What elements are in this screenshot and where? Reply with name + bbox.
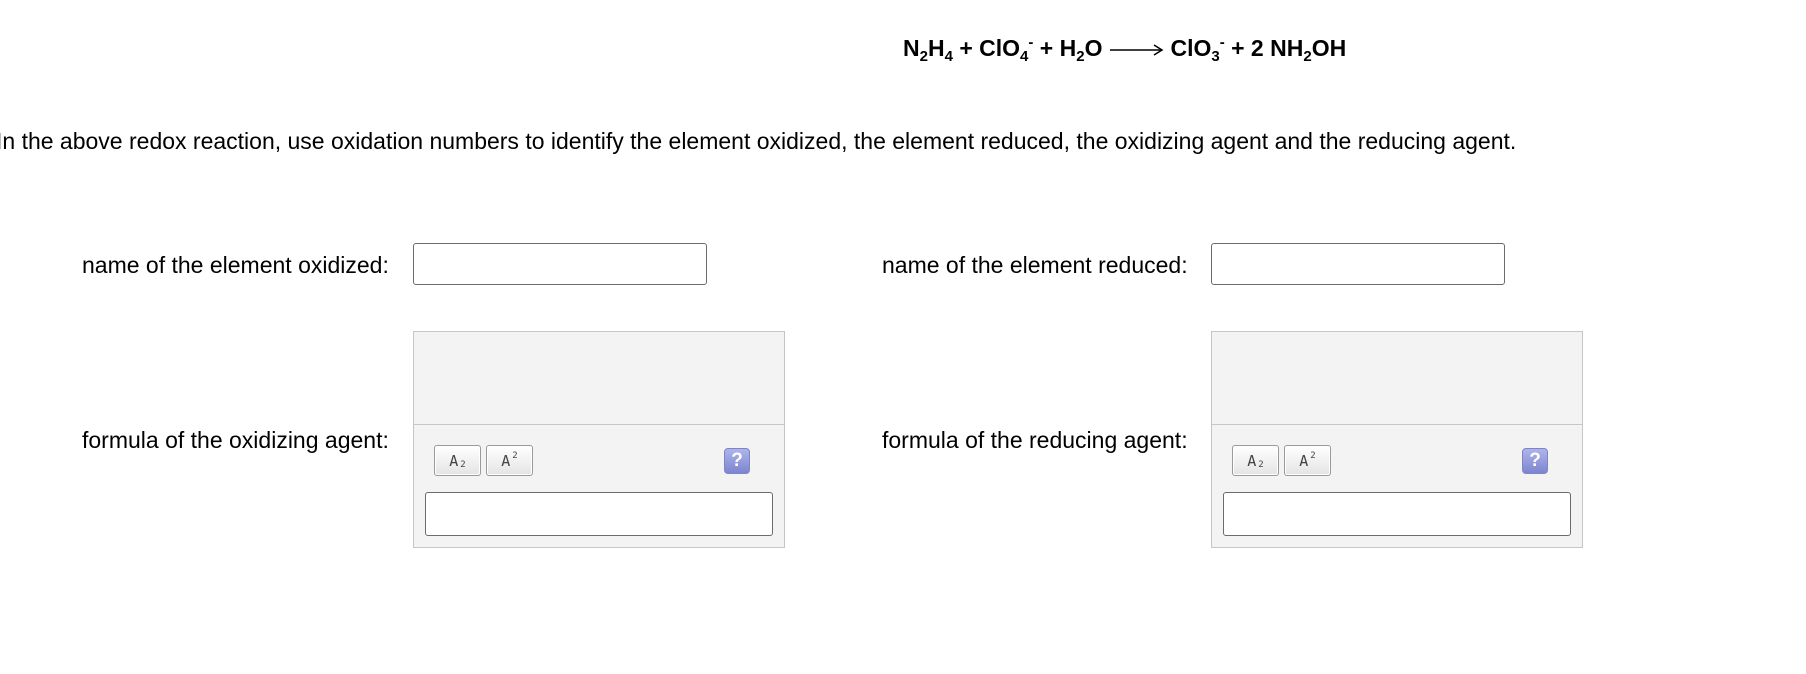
help-button[interactable]: ? <box>1522 448 1548 474</box>
plus-sign: + <box>1231 35 1245 61</box>
oxidized-input[interactable] <box>413 243 707 285</box>
page: N2H4 + ClO4- + H2O ClO3- + 2 NH2OH In th… <box>0 0 1806 674</box>
formula-preview <box>414 332 784 425</box>
oxidizing-agent-label: formula of the oxidizing agent: <box>82 427 389 453</box>
help-icon: ? <box>1529 450 1541 471</box>
reducing-agent-input[interactable] <box>1223 492 1571 536</box>
reaction-arrow-icon <box>1110 44 1164 56</box>
reduced-input[interactable] <box>1211 243 1505 285</box>
superscript-button[interactable]: A2 <box>486 445 533 476</box>
n2h4: N2H4 <box>903 35 953 65</box>
reduced-label: name of the element reduced: <box>882 252 1188 278</box>
reducing-agent-editor: A2 A2 ? <box>1211 331 1583 548</box>
oxidizing-agent-editor: A2 A2 ? <box>413 331 785 548</box>
oxidized-label: name of the element oxidized: <box>82 252 389 278</box>
superscript-icon: A2 <box>1299 450 1316 470</box>
reaction-equation: N2H4 + ClO4- + H2O ClO3- + 2 NH2OH <box>903 34 1346 65</box>
reducing-agent-label: formula of the reducing agent: <box>882 427 1188 453</box>
oxidizing-agent-input[interactable] <box>425 492 773 536</box>
subscript-button[interactable]: A2 <box>1232 445 1279 476</box>
coefficient: 2 <box>1250 35 1264 61</box>
superscript-icon: A2 <box>501 450 518 470</box>
plus-sign: + <box>1039 35 1054 61</box>
instructions-text: In the above redox reaction, use oxidati… <box>0 128 1517 154</box>
clo3-ion: ClO3- <box>1170 34 1225 65</box>
clo4-ion: ClO4- <box>979 34 1034 65</box>
superscript-button[interactable]: A2 <box>1284 445 1331 476</box>
help-icon: ? <box>731 450 743 471</box>
nh2oh: NH2OH <box>1270 35 1347 65</box>
help-button[interactable]: ? <box>724 448 750 474</box>
subscript-button[interactable]: A2 <box>434 445 481 476</box>
h2o: H2O <box>1059 35 1103 65</box>
subscript-icon: A2 <box>449 451 466 470</box>
plus-sign: + <box>959 35 973 61</box>
subscript-icon: A2 <box>1247 451 1264 470</box>
formula-preview <box>1212 332 1582 425</box>
